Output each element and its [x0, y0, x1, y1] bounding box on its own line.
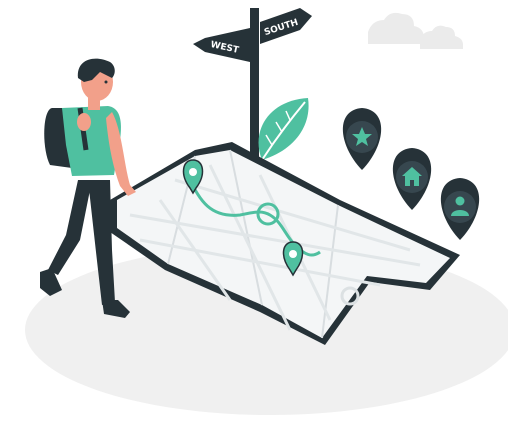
sign-south: SOUTH	[260, 8, 312, 44]
illustration-scene: WEST SOUTH	[0, 0, 508, 431]
location-pin-home	[392, 148, 432, 210]
cloud-left	[368, 12, 424, 44]
cloud-right	[420, 25, 463, 49]
location-pin-star	[342, 108, 382, 170]
location-pin-user	[440, 178, 480, 240]
travel-map-illustration: WEST SOUTH	[25, 8, 508, 415]
plant-leaf	[258, 98, 309, 161]
sign-west: WEST	[193, 28, 250, 62]
